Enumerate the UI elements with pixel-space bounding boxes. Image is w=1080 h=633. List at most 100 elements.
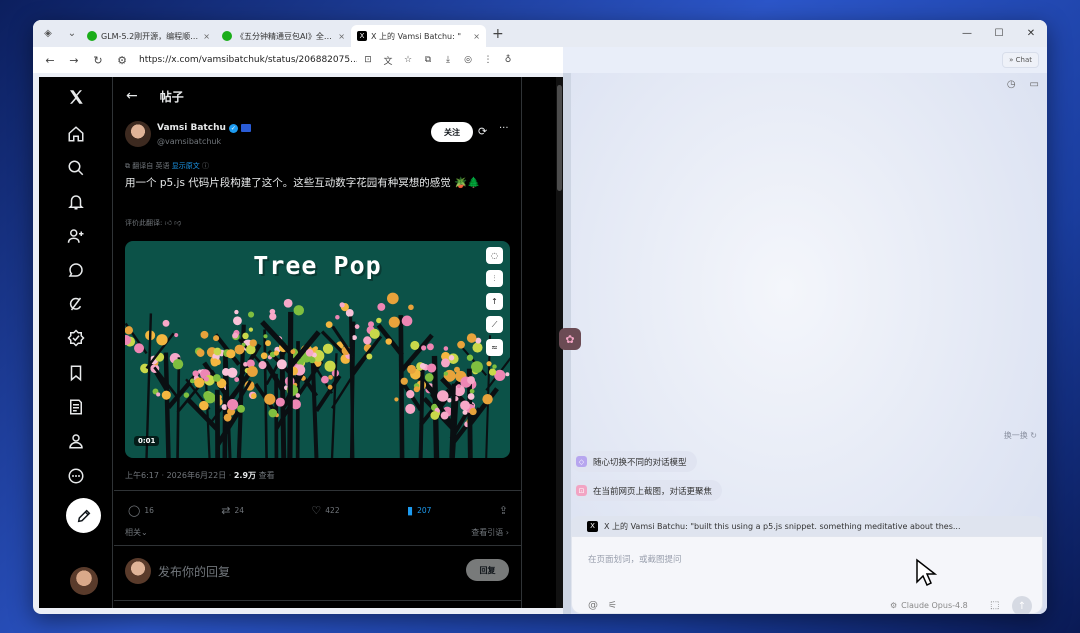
x-logo-icon[interactable]	[64, 85, 88, 109]
post-more-icon[interactable]: ···	[499, 123, 509, 134]
reply-action[interactable]: ◯ 16	[128, 504, 154, 517]
tab-glm[interactable]: GLM-5.2刚开源，编程顺手到 ×	[81, 25, 216, 47]
lightbulb-icon[interactable]: ♁	[499, 55, 517, 65]
related-dropdown[interactable]: 相关⌄	[125, 527, 148, 538]
repost-action[interactable]: ⇄ 24	[221, 504, 244, 517]
video-up-icon[interactable]: ↑	[486, 293, 503, 310]
video-fx-icon[interactable]: ≈	[486, 339, 503, 356]
site-info-icon[interactable]: ⚙	[111, 49, 133, 71]
reply-button[interactable]: 回复	[466, 559, 509, 581]
star-icon[interactable]: ☆	[399, 55, 417, 65]
author-name[interactable]: Vamsi Batchu ✓	[157, 123, 251, 133]
bookmarks-icon[interactable]	[64, 361, 88, 385]
more-options-icon[interactable]	[64, 464, 88, 488]
notifications-icon[interactable]	[64, 190, 88, 214]
blossom	[194, 377, 205, 388]
premium-icon[interactable]	[64, 326, 88, 350]
back-icon[interactable]: ←	[39, 49, 61, 71]
chat-button[interactable]: » Chat	[1002, 52, 1039, 68]
download-icon[interactable]: ⤓	[439, 55, 457, 65]
share-action[interactable]: ⇪	[499, 504, 508, 517]
blossom	[237, 404, 245, 413]
video-settings-icon[interactable]: ⫶	[486, 270, 503, 287]
author-handle[interactable]: @vamsibatchuk	[157, 137, 221, 146]
extensions-icon[interactable]: ⧉	[419, 55, 437, 65]
minimize-icon[interactable]: —	[951, 20, 983, 47]
post-meta: 上午6:17 · 2026年6月22日 · 2.9万 查看	[125, 471, 275, 480]
close-tab-icon[interactable]: ×	[203, 32, 210, 41]
close-tab-icon[interactable]: ×	[338, 32, 345, 41]
home-icon[interactable]	[64, 122, 88, 146]
mouse-cursor-icon	[916, 558, 937, 587]
new-tab-icon[interactable]: +	[492, 26, 504, 42]
settings-sliders-icon[interactable]: ⚟	[608, 600, 617, 611]
account-avatar[interactable]	[70, 567, 98, 595]
tab-list-chevron-icon[interactable]: ⌄	[63, 25, 81, 43]
floating-flower-icon[interactable]: ✿	[559, 328, 581, 350]
messages-icon[interactable]	[64, 258, 88, 282]
new-chat-icon[interactable]: ▭	[1030, 79, 1039, 90]
close-window-icon[interactable]: ✕	[1015, 20, 1047, 47]
screenshot-tool-icon[interactable]: ⬚	[990, 600, 999, 611]
video-reset-icon[interactable]: ◌	[486, 247, 503, 264]
follow-people-icon[interactable]	[64, 224, 88, 248]
bookmark-action[interactable]: ▮ 207	[407, 504, 431, 517]
search-icon[interactable]	[64, 156, 88, 180]
send-button[interactable]: ↑	[1012, 596, 1032, 614]
post-video[interactable]: Tree Pop ◌ ⫶ ↑ ⟋ ≈ 0:01	[125, 241, 510, 458]
install-app-icon[interactable]: ⊡	[359, 55, 377, 65]
post-header: ← 帖子	[114, 77, 522, 115]
forward-icon[interactable]: →	[63, 49, 85, 71]
screenshot-icon: ⊡	[576, 485, 587, 496]
blossom	[369, 328, 380, 339]
page-context-bar[interactable]: XX 上的 Vamsi Batchu: "built this using a …	[571, 516, 1043, 536]
blossom	[293, 305, 305, 316]
workspace-icon[interactable]: ◈	[39, 25, 57, 43]
follow-button[interactable]: 关注	[431, 122, 473, 142]
close-tab-icon[interactable]: ×	[473, 32, 480, 41]
view-quotes-link[interactable]: 查看引语 ›	[471, 527, 509, 538]
history-icon[interactable]: ◷	[1007, 79, 1016, 90]
tab-x-post[interactable]: X X 上的 Vamsi Batchu: " ×	[351, 25, 486, 47]
suggestion-chip[interactable]: ◇ 随心切换不同的对话模型	[571, 451, 697, 472]
heart-icon: ♡	[311, 504, 322, 517]
articles-icon[interactable]	[64, 395, 88, 419]
blossom	[466, 333, 477, 343]
suggestion-chip[interactable]: ⊡ 在当前网页上截图，对话更聚焦	[571, 480, 723, 501]
tab-doubao[interactable]: 《五分钟精通豆包AI》全网最 ×	[216, 25, 351, 47]
blossom	[471, 361, 483, 373]
maximize-icon[interactable]: ☐	[983, 20, 1015, 47]
blossom	[351, 335, 357, 341]
chat-input[interactable]: 在页面划词，或截图提问	[588, 553, 682, 565]
menu-icon[interactable]: ⋮	[479, 55, 497, 65]
grok-icon[interactable]	[64, 292, 88, 316]
mention-icon[interactable]: @	[588, 600, 598, 611]
blossom	[466, 354, 474, 361]
back-arrow-icon[interactable]: ←	[126, 88, 138, 104]
post-text: 用一个 p5.js 代码片段构建了这个。这些互动数字花园有种冥想的感觉 🪴🌲	[125, 177, 481, 189]
blossom	[295, 393, 301, 398]
chevron-down-icon: ⌄	[141, 528, 148, 537]
thumbs-up-icon[interactable]: 👍︎	[165, 219, 172, 227]
scrollbar-thumb[interactable]	[557, 85, 562, 191]
reply-input[interactable]: 发布你的回复	[158, 563, 230, 580]
reload-icon[interactable]: ↻	[87, 49, 109, 71]
show-original-link[interactable]: 显示原文	[172, 162, 200, 170]
grok-explain-icon[interactable]: ⟳	[478, 125, 487, 138]
compose-post-button[interactable]	[66, 498, 101, 533]
model-selector[interactable]: ⚙ Claude Opus-4.8	[890, 601, 968, 610]
thumbs-down-icon[interactable]: 👎︎	[174, 219, 181, 227]
author-avatar[interactable]	[125, 121, 151, 147]
profile-icon[interactable]	[64, 429, 88, 453]
url-field[interactable]: https://x.com/vamsibatchuk/status/206882…	[139, 55, 357, 65]
like-action[interactable]: ♡ 422	[311, 504, 339, 517]
profile-icon[interactable]: ◎	[459, 55, 477, 65]
swap-suggestions-button[interactable]: 换一换 ↻	[1004, 430, 1037, 441]
video-leaf-icon[interactable]: ⟋	[486, 316, 503, 333]
translate-icon[interactable]: 文	[379, 54, 397, 67]
blossom	[183, 392, 190, 398]
blossom	[427, 363, 437, 373]
blossom	[406, 390, 415, 399]
blossom	[213, 374, 221, 382]
chat-input-box[interactable]: 在页面划词，或截图提问 @ ⚟ ⚙ Claude Opus-4.8 ⬚ ↑	[571, 536, 1043, 614]
